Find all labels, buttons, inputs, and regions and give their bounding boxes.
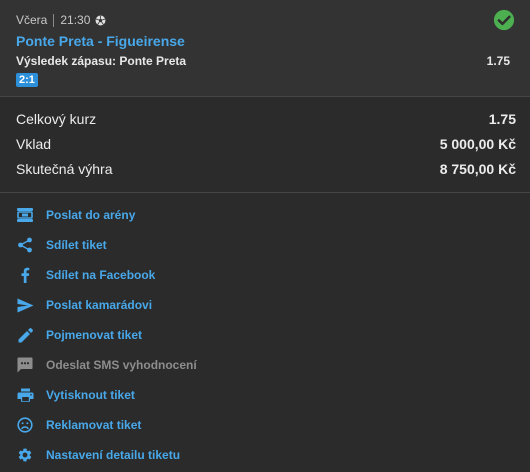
total-odds-value: 1.75 xyxy=(488,111,516,127)
send-icon xyxy=(16,296,34,314)
share-facebook-button[interactable]: Sdílet na Facebook xyxy=(0,260,530,290)
send-to-arena-button[interactable]: Poslat do arény xyxy=(0,200,530,230)
bet-item: Včera 21:30 Ponte Preta - Figueirense Vý… xyxy=(0,0,530,97)
sad-face-icon xyxy=(16,416,34,434)
total-odds-label: Celkový kurz xyxy=(16,111,97,127)
share-facebook-label: Sdílet na Facebook xyxy=(46,268,156,282)
divider xyxy=(53,13,55,27)
rename-ticket-button[interactable]: Pojmenovat tiket xyxy=(0,320,530,350)
score-badge: 2:1 xyxy=(16,73,38,87)
market-row: Výsledek zápasu: Ponte Preta 1.75 xyxy=(16,54,514,68)
market-label: Výsledek zápasu: Ponte Preta xyxy=(16,54,187,68)
check-circle-icon xyxy=(493,9,515,36)
bet-day: Včera xyxy=(16,13,48,27)
print-ticket-button[interactable]: Vytisknout tiket xyxy=(0,380,530,410)
print-icon xyxy=(16,386,34,404)
rename-ticket-label: Pojmenovat tiket xyxy=(46,328,143,342)
print-ticket-label: Vytisknout tiket xyxy=(46,388,135,402)
send-to-friend-button[interactable]: Poslat kamarádovi xyxy=(0,290,530,320)
send-sms-label: Odeslat SMS vyhodnocení xyxy=(46,358,197,372)
win-label: Skutečná výhra xyxy=(16,161,113,177)
soccer-ball-icon xyxy=(95,15,106,26)
complain-ticket-label: Reklamovat tiket xyxy=(46,418,142,432)
send-to-friend-label: Poslat kamarádovi xyxy=(46,298,153,312)
ticket-detail-settings-label: Nastavení detailu tiketu xyxy=(46,448,181,462)
total-odds-row: Celkový kurz 1.75 xyxy=(16,111,516,136)
bet-time: 21:30 xyxy=(60,13,91,27)
send-to-arena-label: Poslat do arény xyxy=(46,208,136,222)
ticket-summary: Celkový kurz 1.75 Vklad 5 000,00 Kč Skut… xyxy=(0,97,530,193)
complain-ticket-button[interactable]: Reklamovat tiket xyxy=(0,410,530,440)
bet-odd: 1.75 xyxy=(486,54,510,68)
win-row: Skutečná výhra 8 750,00 Kč xyxy=(16,161,516,186)
ticket-detail-settings-button[interactable]: Nastavení detailu tiketu xyxy=(0,440,530,470)
gear-icon xyxy=(16,446,34,464)
share-ticket-button[interactable]: Sdílet tiket xyxy=(0,230,530,260)
ticket-actions: Poslat do arény Sdílet tiket Sdílet na F… xyxy=(0,193,530,470)
event-link[interactable]: Ponte Preta - Figueirense xyxy=(16,33,514,49)
sms-icon xyxy=(16,356,34,374)
stake-label: Vklad xyxy=(16,136,52,152)
stake-value: 5 000,00 Kč xyxy=(439,136,516,152)
share-icon xyxy=(16,236,34,254)
win-value: 8 750,00 Kč xyxy=(439,161,516,177)
facebook-icon xyxy=(16,266,34,284)
stake-row: Vklad 5 000,00 Kč xyxy=(16,136,516,161)
arena-icon xyxy=(16,206,34,224)
bet-meta: Včera 21:30 xyxy=(16,12,514,28)
pencil-icon xyxy=(16,326,34,344)
share-ticket-label: Sdílet tiket xyxy=(46,238,107,252)
send-sms-button: Odeslat SMS vyhodnocení xyxy=(0,350,530,380)
